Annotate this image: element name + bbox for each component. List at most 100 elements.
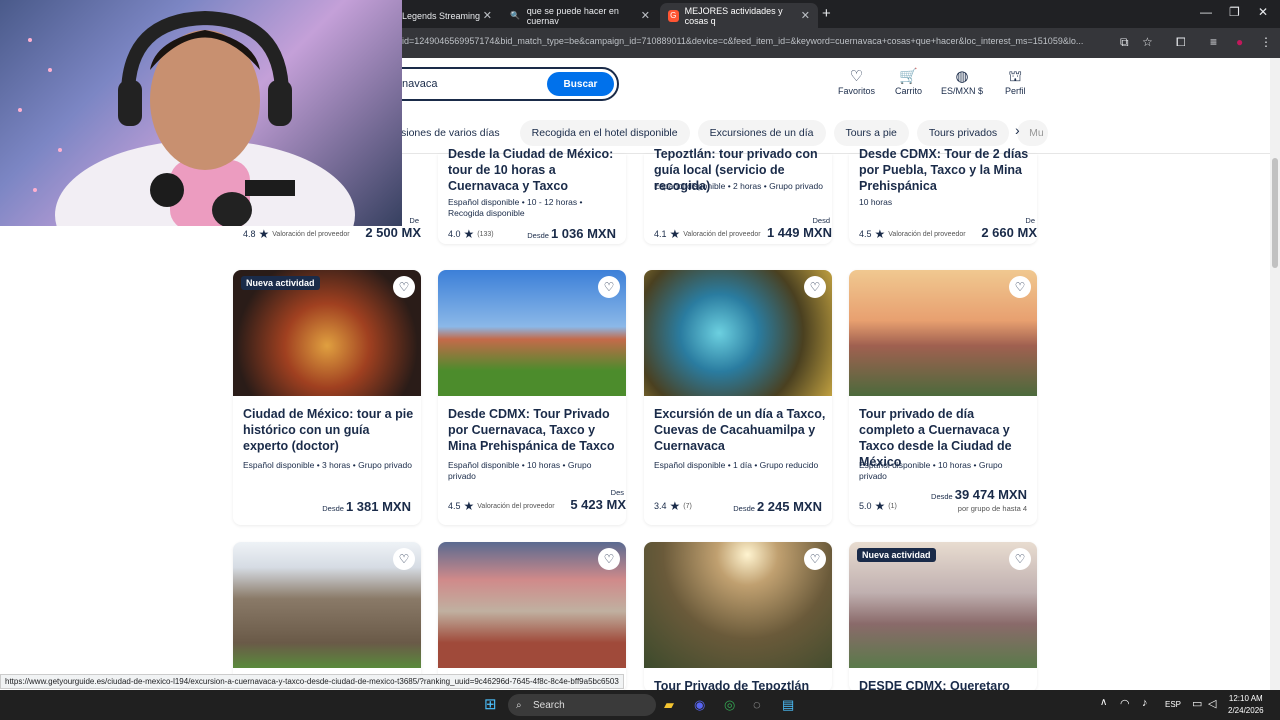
chip-walking-tours[interactable]: Tours a pie (833, 120, 909, 146)
activity-card[interactable]: Tepoztlán: tour privado con guía local (… (644, 147, 832, 244)
price: Desde 2 245 MXN (733, 499, 822, 514)
volume-icon[interactable]: ◁ (1208, 697, 1216, 710)
card-image[interactable]: ♡ (438, 270, 626, 396)
activity-card[interactable]: ♡ Excursión de un día a Taxco, Cuevas de… (644, 270, 832, 525)
profile-avatar-icon[interactable]: ● (1236, 35, 1243, 49)
microphone-icon[interactable]: ♪ (1142, 697, 1148, 709)
chip-hotel-pickup[interactable]: Recogida en el hotel disponible (519, 120, 690, 146)
webcam-overlay (0, 0, 402, 226)
menu-dots-icon[interactable]: ⋮ (1260, 35, 1272, 49)
card-image[interactable]: ♡ (644, 270, 832, 396)
close-icon[interactable]: ✕ (483, 9, 492, 22)
minimize-icon[interactable]: — (1200, 5, 1212, 19)
heart-icon[interactable]: ♡ (1009, 276, 1031, 298)
card-image[interactable]: Nueva actividad ♡ (849, 542, 1037, 668)
card-meta: Español disponible • 1 día • Grupo reduc… (654, 460, 819, 470)
tab-legends-streaming[interactable]: Legends Streaming ✕ (394, 3, 500, 28)
activity-card[interactable]: Nueva actividad ♡ Ciudad de México: tour… (233, 270, 421, 525)
activity-card[interactable]: Desde CDMX: Tour de 2 días por Puebla, T… (849, 147, 1037, 244)
bookmark-star-icon[interactable]: ☆ (1142, 35, 1153, 49)
favorites-link[interactable]: ♡ Favoritos (838, 68, 875, 96)
tab-getyourguide[interactable]: G MEJORES actividades y cosas q ✕ (660, 3, 818, 28)
heart-icon[interactable]: ♡ (804, 276, 826, 298)
reading-list-icon[interactable]: ≡ (1210, 35, 1217, 49)
windows-taskbar: ⊞ ⌕ Search ▰ ◉ ◎ ◌ ▤ ∧ ◠ ♪ ESP ▭ ◁ 12:10… (0, 690, 1280, 720)
heart-icon[interactable]: ♡ (393, 276, 415, 298)
windows-start-icon[interactable]: ⊞ (484, 695, 497, 713)
card-meta: Español disponible • 3 horas • Grupo pri… (243, 460, 412, 470)
heart-icon: ♡ (849, 68, 864, 85)
activity-card[interactable]: ♡ (438, 542, 626, 692)
card-title[interactable]: Desde CDMX: Tour de 2 días por Puebla, T… (859, 146, 1031, 194)
maximize-icon[interactable]: ❐ (1229, 5, 1240, 19)
search-icon: 🔍 (510, 11, 521, 20)
page-scrollbar[interactable] (1270, 58, 1280, 690)
rating: 4.1 ★ Valoración del proveedor (654, 227, 761, 241)
rating: 4.0 ★ (133) (448, 227, 494, 241)
card-image[interactable]: Nueva actividad ♡ (233, 270, 421, 396)
url-text[interactable]: id=1249046569957174&bid_match_type=be&ca… (402, 36, 1112, 46)
profile-link[interactable]: ⛫ Perfil (1005, 68, 1026, 96)
rating: 4.5 ★ Valoración del proveedor (859, 227, 966, 241)
window-close-icon[interactable]: ✕ (1258, 5, 1268, 19)
star-icon: ★ (258, 227, 270, 241)
chip-more[interactable]: Mu (1017, 120, 1048, 146)
price: Desde 39 474 MXN (931, 487, 1027, 502)
activity-card[interactable]: ♡ Tour Privado de Tepoztlán en (644, 542, 832, 709)
wifi-icon[interactable]: ◠ (1120, 697, 1130, 710)
scrollbar-thumb[interactable] (1272, 158, 1278, 268)
activity-card[interactable]: ♡ Tour privado de día completo a Cuernav… (849, 270, 1037, 525)
nav-label: ES/MXN $ (941, 86, 984, 96)
display-icon[interactable]: ▭ (1192, 697, 1202, 710)
clock-time: 12:10 AM (1228, 694, 1263, 703)
card-meta: Español disponible • 10 - 12 horas • Rec… (448, 197, 583, 218)
search-button[interactable]: Buscar (547, 72, 614, 96)
clock[interactable]: 12:10 AM 2/24/2026 (1228, 693, 1264, 717)
close-icon[interactable]: ✕ (801, 9, 810, 22)
close-icon[interactable]: ✕ (641, 9, 650, 22)
search-bar[interactable]: navaca Buscar (380, 67, 619, 101)
chip-private-tours[interactable]: Tours privados (916, 120, 1010, 146)
language-indicator[interactable]: ESP (1165, 700, 1181, 709)
activity-card[interactable]: ♡ (233, 542, 421, 692)
search-input[interactable]: navaca (402, 78, 437, 90)
cart-link[interactable]: 🛒 Carrito (895, 68, 922, 96)
translate-icon[interactable]: ⧉ (1120, 35, 1129, 50)
card-image[interactable]: ♡ (849, 270, 1037, 396)
nav-label: Favoritos (838, 86, 876, 96)
obs-icon[interactable]: ◌ (753, 697, 761, 712)
card-title[interactable]: Desde CDMX: Tour Privado por Cuernavaca,… (448, 406, 620, 454)
new-activity-badge: Nueva actividad (241, 276, 320, 290)
chevron-right-icon[interactable]: › (1015, 122, 1020, 138)
heart-icon[interactable]: ♡ (393, 548, 415, 570)
chip-multi-day[interactable]: siones de varios días (395, 120, 512, 146)
card-image[interactable]: ♡ (438, 542, 626, 668)
heart-icon[interactable]: ♡ (598, 276, 620, 298)
star-icon: ★ (669, 227, 681, 241)
chip-day-trips[interactable]: Excursiones de un día (697, 120, 826, 146)
notepad-icon[interactable]: ▤ (782, 697, 794, 713)
new-tab-icon[interactable]: + (822, 5, 831, 22)
price: Desd 1 449 MXN (766, 216, 832, 240)
language-currency-link[interactable]: ◍ ES/MXN $ (941, 68, 983, 96)
heart-icon[interactable]: ♡ (804, 548, 826, 570)
card-title[interactable]: Excursión de un día a Taxco, Cuevas de C… (654, 406, 826, 454)
heart-icon[interactable]: ♡ (1009, 548, 1031, 570)
file-explorer-icon[interactable]: ▰ (664, 697, 674, 713)
discord-icon[interactable]: ◉ (694, 697, 705, 713)
card-title[interactable]: Ciudad de México: tour a pie histórico c… (243, 406, 415, 454)
activity-card[interactable]: Desde la Ciudad de México: tour de 10 ho… (438, 147, 626, 244)
card-meta: 10 horas (859, 197, 893, 207)
activity-card[interactable]: Nueva actividad ♡ DESDE CDMX: Queretaro (849, 542, 1037, 693)
chrome-icon[interactable]: ◎ (724, 697, 735, 713)
card-image[interactable]: ♡ (644, 542, 832, 668)
activity-card[interactable]: ♡ Desde CDMX: Tour Privado por Cuernavac… (438, 270, 626, 525)
taskbar-search[interactable]: ⌕ Search (508, 694, 656, 716)
filter-chips: siones de varios días Recogida en el hot… (395, 120, 1048, 148)
heart-icon[interactable]: ♡ (598, 548, 620, 570)
card-image[interactable]: ♡ (233, 542, 421, 668)
card-title[interactable]: Desde la Ciudad de México: tour de 10 ho… (448, 146, 620, 194)
tab-search[interactable]: 🔍 que se puede hacer en cuernav ✕ (502, 3, 658, 28)
extensions-icon[interactable]: ⧠ (1176, 35, 1186, 50)
chevron-up-icon[interactable]: ∧ (1100, 697, 1107, 708)
